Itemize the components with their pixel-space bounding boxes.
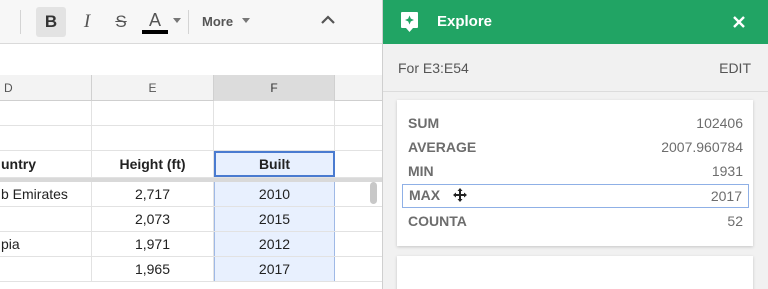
cell-country[interactable] (0, 257, 92, 281)
edit-button[interactable]: EDIT (719, 60, 751, 76)
italic-button[interactable]: I (74, 7, 100, 37)
cell-country[interactable]: pia (0, 232, 92, 256)
column-header-e[interactable]: E (92, 75, 214, 101)
chevron-down-icon[interactable] (173, 18, 181, 23)
stat-value: 52 (727, 213, 743, 229)
cell-built[interactable]: 2017 (214, 257, 335, 281)
stat-value: 2007.960784 (661, 139, 743, 155)
explore-panel-header: Explore (383, 0, 768, 44)
cell[interactable] (92, 126, 214, 150)
stat-value: 102406 (696, 115, 743, 131)
cell[interactable] (0, 126, 92, 150)
range-bar: For E3:E54 EDIT (383, 44, 768, 92)
toolbar-divider (20, 10, 21, 34)
table-header-row: untry Height (ft) Built (0, 151, 382, 178)
vertical-scrollbar[interactable] (370, 182, 377, 204)
table-row: pia 1,971 2012 (0, 232, 382, 257)
cell-built[interactable]: 2012 (214, 232, 335, 256)
stat-row-max[interactable]: MAX 2017 (402, 184, 749, 208)
toolbar-divider (188, 10, 189, 34)
cell[interactable] (214, 126, 335, 150)
cell-height[interactable]: 1,971 (92, 232, 214, 256)
move-cursor-icon (452, 188, 467, 202)
text-color-swatch (142, 29, 168, 34)
cell-country[interactable]: b Emirates (0, 182, 92, 206)
text-color-icon: A (148, 9, 161, 30)
bold-icon: B (44, 12, 58, 31)
range-label: For E3:E54 (398, 60, 469, 76)
column-header-d[interactable]: D (0, 75, 92, 101)
stat-label: SUM (408, 115, 440, 131)
cell[interactable] (92, 101, 214, 125)
cell-height[interactable]: 1,965 (92, 257, 214, 281)
column-header-f[interactable]: F (214, 75, 335, 101)
stat-label: COUNTA (408, 213, 467, 229)
stat-row-counta[interactable]: COUNTA 52 (402, 209, 749, 233)
stat-row-min[interactable]: MIN 1931 (402, 159, 749, 183)
stat-label-group: MAX (409, 187, 467, 205)
cell-country[interactable] (0, 207, 92, 231)
stat-value: 1931 (711, 163, 743, 179)
formatting-toolbar: B I S A More (0, 0, 382, 44)
explore-panel: Explore For E3:E54 EDIT SUM 102406 AVERA… (382, 0, 768, 289)
stat-row-sum[interactable]: SUM 102406 (402, 111, 749, 135)
spreadsheet-area: B I S A More D E F untry Height (ft) Bui… (0, 0, 382, 289)
stat-label: MIN (408, 163, 434, 179)
chevron-down-icon[interactable] (242, 18, 250, 23)
strikethrough-icon: S (115, 12, 127, 31)
cell-height[interactable]: 2,717 (92, 182, 214, 206)
header-cell-country[interactable]: untry (0, 151, 92, 177)
header-cell-built[interactable]: Built (214, 151, 335, 177)
italic-icon: I (83, 11, 91, 32)
cell[interactable] (0, 101, 92, 125)
stat-label: AVERAGE (408, 139, 477, 155)
close-icon[interactable] (729, 12, 749, 32)
cell[interactable] (214, 101, 335, 125)
text-color-button[interactable]: A (140, 7, 170, 37)
table-row: 1,965 2017 (0, 257, 382, 282)
explore-icon (401, 12, 418, 32)
bold-button[interactable]: B (36, 7, 66, 37)
stat-label: MAX (409, 187, 441, 203)
table-row: b Emirates 2,717 2010 (0, 182, 382, 207)
cell-built[interactable]: 2015 (214, 207, 335, 231)
table-row (0, 101, 382, 126)
stat-value: 2017 (710, 188, 742, 204)
panel-title: Explore (437, 13, 493, 30)
column-header-row: D E F (0, 75, 382, 101)
next-card (397, 256, 753, 289)
cell-built[interactable]: 2010 (214, 182, 335, 206)
table-row: 2,073 2015 (0, 207, 382, 232)
more-button[interactable]: More (202, 14, 233, 29)
stat-row-average[interactable]: AVERAGE 2007.960784 (402, 135, 749, 159)
header-cell-height[interactable]: Height (ft) (92, 151, 214, 177)
table-row (0, 126, 382, 151)
strikethrough-button[interactable]: S (108, 7, 134, 37)
cell-height[interactable]: 2,073 (92, 207, 214, 231)
more-label: More (202, 14, 234, 29)
collapse-chevron-icon[interactable] (318, 10, 338, 30)
stats-card: SUM 102406 AVERAGE 2007.960784 MIN 1931 … (397, 100, 753, 246)
